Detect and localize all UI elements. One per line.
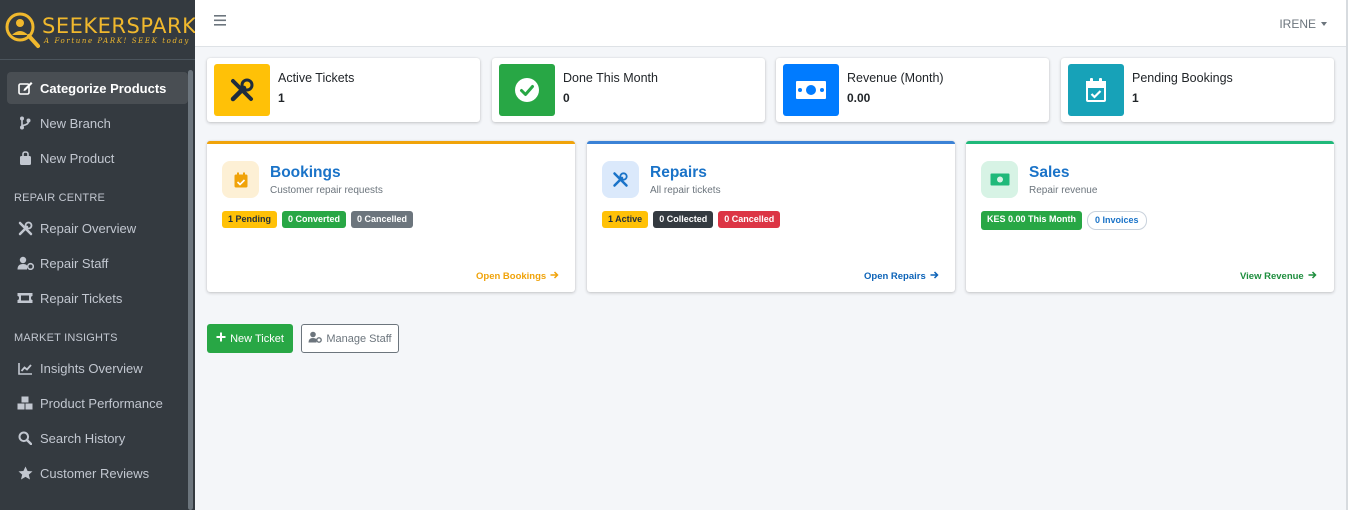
sidebar-item-label: Repair Overview <box>40 220 137 236</box>
search-icon <box>16 430 34 446</box>
hamburger-menu-icon[interactable] <box>214 13 226 26</box>
sidebar-item-customer-reviews[interactable]: Customer Reviews <box>7 457 188 489</box>
calendar-check-icon <box>1068 64 1124 116</box>
money-icon <box>981 161 1018 198</box>
card-repairs: Repairs All repair tickets 1 Active 0 Co… <box>587 141 955 292</box>
branch-icon <box>16 115 34 131</box>
stat-value: 1 <box>1132 91 1139 105</box>
sidebar-item-repair-staff[interactable]: Repair Staff <box>7 247 188 279</box>
open-repairs-link[interactable]: Open Repairs <box>864 271 939 282</box>
sidebar: SEEKERSPARK A Fortune PARK! SEEK today C… <box>0 0 197 510</box>
sidebar-item-new-branch[interactable]: New Branch <box>7 107 188 139</box>
user-cog-icon <box>308 331 323 346</box>
link-label: View Revenue <box>1240 271 1304 282</box>
sidebar-item-label: Insights Overview <box>40 360 143 376</box>
card-title[interactable]: Repairs <box>650 164 707 182</box>
status-badge-collected: 0 Collected <box>653 211 714 228</box>
link-label: Open Repairs <box>864 271 926 282</box>
card-subtitle: Repair revenue <box>1029 185 1098 196</box>
button-label: Manage Staff <box>326 332 392 345</box>
sidebar-item-label: New Product <box>40 150 115 166</box>
status-badge-converted: 0 Converted <box>282 211 347 228</box>
open-bookings-link[interactable]: Open Bookings <box>476 271 559 282</box>
arrow-right-icon <box>1308 271 1317 282</box>
chart-line-icon <box>16 360 34 376</box>
stat-label: Done This Month <box>563 71 658 85</box>
stat-label: Pending Bookings <box>1132 71 1233 85</box>
card-subtitle: All repair tickets <box>650 185 721 196</box>
status-badge-cancelled: 0 Cancelled <box>718 211 781 228</box>
arrow-right-icon <box>930 271 939 282</box>
sidebar-scrollbar[interactable] <box>188 70 193 510</box>
arrow-right-icon <box>550 271 559 282</box>
link-label: Open Bookings <box>476 271 547 282</box>
new-ticket-button[interactable]: New Ticket <box>207 324 293 353</box>
sidebar-item-label: Product Performance <box>40 395 163 411</box>
status-badge-pending: 1 Pending <box>222 211 278 228</box>
button-label: New Ticket <box>230 332 284 345</box>
bag-icon <box>16 150 34 166</box>
stat-label: Revenue (Month) <box>847 71 944 85</box>
topbar: IRENE <box>195 0 1348 47</box>
card-sales: Sales Repair revenue KES 0.00 This Month… <box>966 141 1334 292</box>
status-badge-active: 1 Active <box>602 211 649 228</box>
sidebar-item-label: Repair Tickets <box>40 290 123 306</box>
sidebar-item-product-performance[interactable]: Product Performance <box>7 387 188 419</box>
edit-icon <box>16 80 34 96</box>
badge-group: KES 0.00 This Month 0 Invoices <box>981 211 1147 230</box>
card-subtitle: Customer repair requests <box>270 185 383 196</box>
sidebar-item-repair-overview[interactable]: Repair Overview <box>7 212 188 244</box>
stat-done-this-month: Done This Month 0 <box>492 58 765 122</box>
sidebar-item-label: New Branch <box>40 115 111 131</box>
nav-header-repair-centre: REPAIR CENTRE <box>14 192 106 204</box>
user-name: IRENE <box>1279 17 1316 31</box>
sidebar-item-label: Repair Staff <box>40 255 109 271</box>
badge-group: 1 Pending 0 Converted 0 Cancelled <box>222 211 414 228</box>
stat-pending-bookings: Pending Bookings 1 <box>1061 58 1334 122</box>
brand[interactable]: SEEKERSPARK A Fortune PARK! SEEK today <box>0 0 197 60</box>
star-icon <box>16 465 34 481</box>
chevron-down-icon <box>1321 22 1327 26</box>
brand-tagline: A Fortune PARK! SEEK today <box>44 36 190 45</box>
calendar-check-icon <box>222 161 259 198</box>
sidebar-item-search-history[interactable]: Search History <box>7 422 188 454</box>
status-badge-invoices: 0 Invoices <box>1087 211 1147 230</box>
sidebar-item-insights-overview[interactable]: Insights Overview <box>7 352 188 384</box>
stat-label: Active Tickets <box>278 71 355 85</box>
user-menu[interactable]: IRENE <box>1279 17 1327 31</box>
sidebar-item-categorize-products[interactable]: Categorize Products <box>7 72 188 104</box>
card-bookings: Bookings Customer repair requests 1 Pend… <box>207 141 575 292</box>
tools-icon <box>16 220 34 236</box>
brand-logo-icon <box>2 5 40 55</box>
view-revenue-link[interactable]: View Revenue <box>1240 271 1317 282</box>
card-title[interactable]: Bookings <box>270 164 341 182</box>
manage-staff-button[interactable]: Manage Staff <box>301 324 399 353</box>
nav-header-market-insights: MARKET INSIGHTS <box>14 332 118 344</box>
status-badge-cancelled: 0 Cancelled <box>351 211 414 228</box>
sidebar-item-label: Search History <box>40 430 126 446</box>
plus-icon <box>216 332 226 345</box>
ticket-icon <box>16 290 34 306</box>
status-badge-this-month: KES 0.00 This Month <box>981 211 1083 230</box>
check-circle-icon <box>499 64 555 116</box>
stat-value: 0 <box>563 91 570 105</box>
stat-active-tickets: Active Tickets 1 <box>207 58 480 122</box>
sidebar-item-repair-tickets[interactable]: Repair Tickets <box>7 282 188 314</box>
tools-icon <box>214 64 270 116</box>
money-icon <box>783 64 839 116</box>
stat-revenue-month: Revenue (Month) 0.00 <box>776 58 1049 122</box>
sidebar-item-label: Customer Reviews <box>40 465 150 481</box>
brand-name: SEEKERSPARK <box>42 13 197 38</box>
badge-group: 1 Active 0 Collected 0 Cancelled <box>602 211 781 228</box>
sidebar-nav: Categorize Products New Branch New Produ… <box>0 60 195 489</box>
boxes-icon <box>16 395 34 411</box>
sidebar-item-label: Categorize Products <box>40 80 167 96</box>
user-cog-icon <box>16 255 34 271</box>
tools-icon <box>602 161 639 198</box>
stat-value: 0.00 <box>847 91 871 105</box>
card-title[interactable]: Sales <box>1029 164 1070 182</box>
sidebar-item-new-product[interactable]: New Product <box>7 142 188 174</box>
stat-value: 1 <box>278 91 285 105</box>
